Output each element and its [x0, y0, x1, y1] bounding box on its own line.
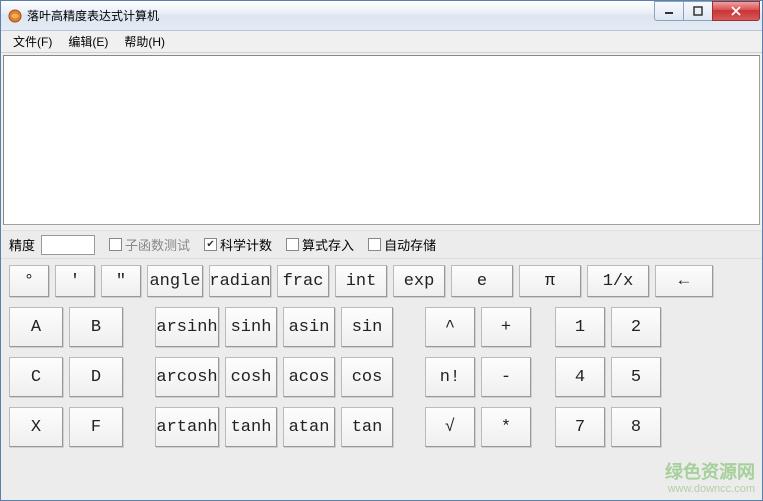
- auto-save-label: 自动存储: [384, 235, 436, 254]
- menu-edit[interactable]: 编辑(E): [60, 31, 116, 52]
- save-expr-label: 算式存入: [302, 235, 354, 254]
- menu-file[interactable]: 文件(F): [5, 31, 60, 52]
- btn-sinh[interactable]: sinh: [225, 307, 277, 347]
- spacer: [537, 307, 549, 347]
- checkbox-icon: [286, 238, 299, 251]
- btn-tan[interactable]: tan: [341, 407, 393, 447]
- btn-atan[interactable]: atan: [283, 407, 335, 447]
- btn-second[interactable]: ″: [101, 265, 141, 297]
- menubar: 文件(F) 编辑(E) 帮助(H): [1, 31, 762, 53]
- spacer: [537, 407, 549, 447]
- titlebar: 落叶高精度表达式计算机: [1, 1, 762, 31]
- auto-save-checkbox[interactable]: 自动存储: [368, 235, 436, 254]
- btn-hex-b[interactable]: B: [69, 307, 123, 347]
- btn-exp[interactable]: exp: [393, 265, 445, 297]
- spacer: [399, 407, 419, 447]
- precision-input[interactable]: [41, 235, 95, 255]
- btn-arcosh[interactable]: arcosh: [155, 357, 219, 397]
- btn-degree[interactable]: °: [9, 265, 49, 297]
- btn-angle[interactable]: angle: [147, 265, 203, 297]
- btn-pi[interactable]: π: [519, 265, 581, 297]
- btn-5[interactable]: 5: [611, 357, 661, 397]
- btn-frac[interactable]: frac: [277, 265, 329, 297]
- menu-help[interactable]: 帮助(H): [116, 31, 173, 52]
- btn-1[interactable]: 1: [555, 307, 605, 347]
- btn-inverse[interactable]: 1/x: [587, 265, 649, 297]
- checkbox-icon: [109, 238, 122, 251]
- btn-hex-f[interactable]: F: [69, 407, 123, 447]
- btn-2[interactable]: 2: [611, 307, 661, 347]
- btn-hex-c[interactable]: C: [9, 357, 63, 397]
- precision-label: 精度: [9, 235, 35, 254]
- btn-8[interactable]: 8: [611, 407, 661, 447]
- keypad-row-2: C D arcosh cosh acos cos n! - 4 5: [9, 357, 754, 397]
- btn-minus[interactable]: -: [481, 357, 531, 397]
- btn-sqrt[interactable]: √: [425, 407, 475, 447]
- keypad: ° ′ ″ angle radian frac int exp e π 1/x …: [1, 258, 762, 500]
- spacer: [399, 357, 419, 397]
- window-title: 落叶高精度表达式计算机: [27, 7, 655, 24]
- sci-notation-label: 科学计数: [220, 235, 272, 254]
- spacer: [399, 307, 419, 347]
- btn-sin[interactable]: sin: [341, 307, 393, 347]
- btn-tanh[interactable]: tanh: [225, 407, 277, 447]
- btn-cos[interactable]: cos: [341, 357, 393, 397]
- btn-arsinh[interactable]: arsinh: [155, 307, 219, 347]
- btn-power[interactable]: ^: [425, 307, 475, 347]
- btn-hex-a[interactable]: A: [9, 307, 63, 347]
- btn-multiply[interactable]: *: [481, 407, 531, 447]
- btn-int[interactable]: int: [335, 265, 387, 297]
- expression-area-wrap: [1, 53, 762, 230]
- spacer: [129, 407, 149, 447]
- btn-plus[interactable]: +: [481, 307, 531, 347]
- btn-hex-x[interactable]: X: [9, 407, 63, 447]
- spacer: [537, 357, 549, 397]
- keypad-row-3: X F artanh tanh atan tan √ * 7 8: [9, 407, 754, 447]
- btn-7[interactable]: 7: [555, 407, 605, 447]
- sci-notation-checkbox[interactable]: ✔ 科学计数: [204, 235, 272, 254]
- btn-hex-d[interactable]: D: [69, 357, 123, 397]
- btn-minute[interactable]: ′: [55, 265, 95, 297]
- btn-4[interactable]: 4: [555, 357, 605, 397]
- save-expr-checkbox[interactable]: 算式存入: [286, 235, 354, 254]
- btn-radian[interactable]: radian: [209, 265, 271, 297]
- btn-backspace[interactable]: ←: [655, 265, 713, 297]
- checkbox-icon: ✔: [204, 238, 217, 251]
- spacer: [129, 357, 149, 397]
- expression-input[interactable]: [3, 55, 760, 225]
- btn-e[interactable]: e: [451, 265, 513, 297]
- app-icon: [7, 8, 23, 24]
- checkbox-icon: [368, 238, 381, 251]
- subfn-test-checkbox: 子函数测试: [109, 235, 190, 254]
- btn-factorial[interactable]: n!: [425, 357, 475, 397]
- keypad-row-top: ° ′ ″ angle radian frac int exp e π 1/x …: [9, 265, 754, 297]
- subfn-test-label: 子函数测试: [125, 235, 190, 254]
- btn-asin[interactable]: asin: [283, 307, 335, 347]
- btn-acos[interactable]: acos: [283, 357, 335, 397]
- app-window: 落叶高精度表达式计算机 文件(F) 编辑(E) 帮助(H) 精度 子函数测试 ✔: [0, 0, 763, 501]
- btn-cosh[interactable]: cosh: [225, 357, 277, 397]
- window-controls: [655, 1, 760, 21]
- options-row: 精度 子函数测试 ✔ 科学计数 算式存入 自动存储: [1, 230, 762, 258]
- maximize-button[interactable]: [683, 1, 713, 21]
- spacer: [129, 307, 149, 347]
- keypad-row-1: A B arsinh sinh asin sin ^ + 1 2: [9, 307, 754, 347]
- minimize-button[interactable]: [654, 1, 684, 21]
- btn-artanh[interactable]: artanh: [155, 407, 219, 447]
- close-button[interactable]: [712, 1, 760, 21]
